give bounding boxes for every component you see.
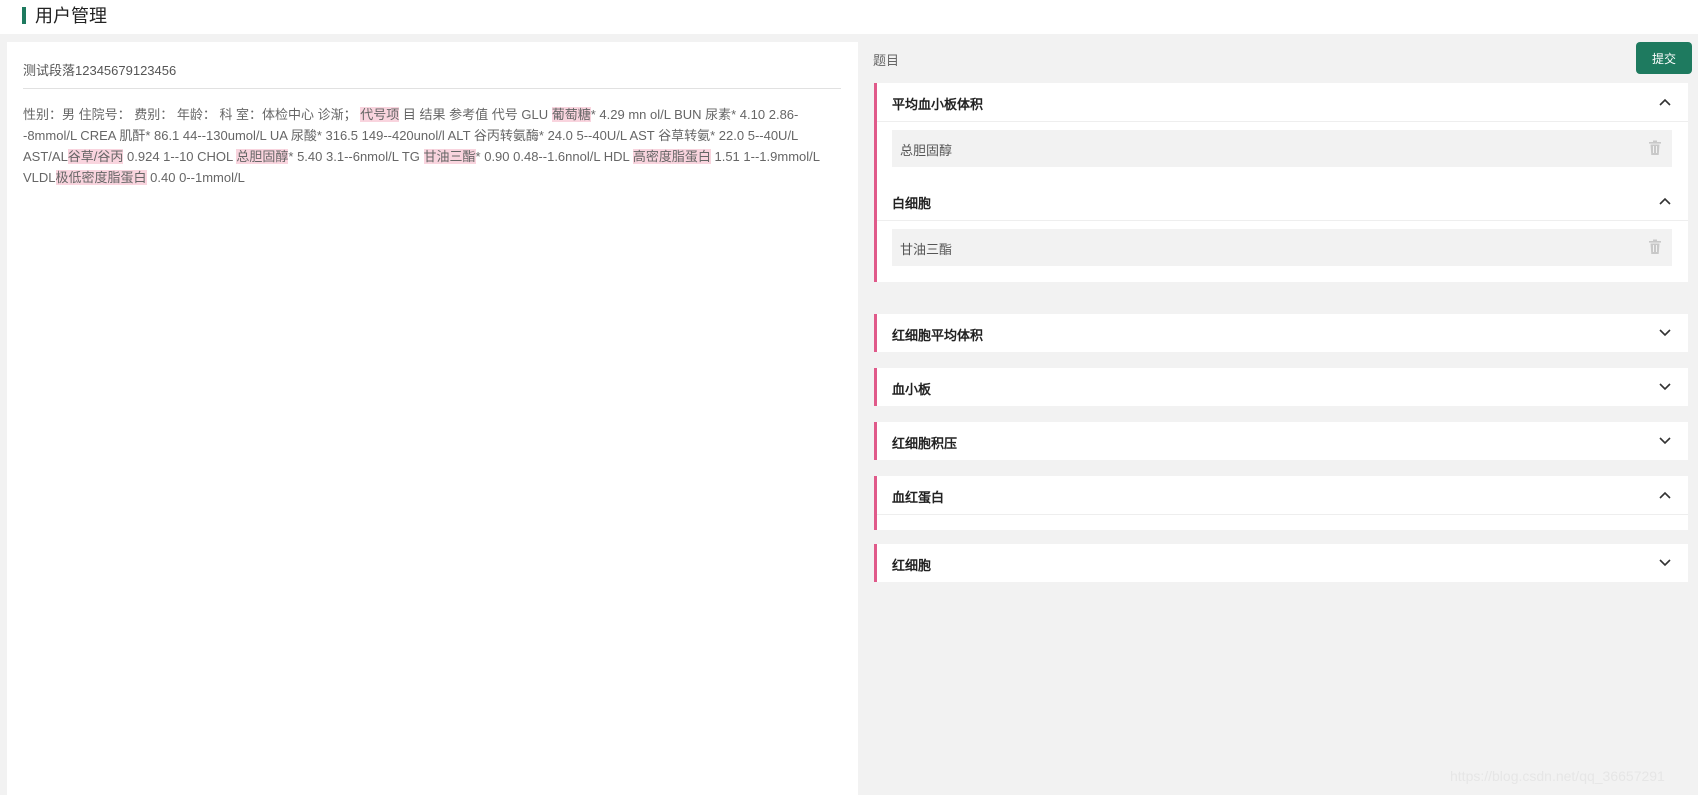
text-segment: 性别：男 住院号： 费别： 年龄： 科 室：体检中心 诊渐； — [23, 107, 361, 122]
section-0: 平均血小板体积 总胆固醇 — [874, 83, 1688, 183]
section-label: 血红蛋白 — [892, 490, 945, 505]
section-3: 血小板 — [874, 368, 1688, 406]
paragraph-panel: 测试段落12345679123456 性别：男 住院号： 费别： 年龄： 科 室… — [7, 42, 858, 795]
chevron-up-icon[interactable] — [1658, 488, 1672, 502]
section-label: 白细胞 — [892, 196, 932, 211]
section-header[interactable]: 红细胞平均体积 — [877, 314, 1688, 352]
section-body: 甘油三酯 — [877, 220, 1688, 282]
paragraph-content[interactable]: 性别：男 住院号： 费别： 年龄： 科 室：体检中心 诊渐； 代号项 目 结果 … — [23, 104, 841, 188]
text-segment: 目 结果 参考值 代号 GLU — [399, 107, 552, 122]
section-header[interactable]: 平均血小板体积 — [877, 83, 1688, 121]
section-body — [877, 514, 1688, 530]
section-header[interactable]: 红细胞 — [877, 544, 1688, 582]
highlighted-term[interactable]: 极低密度脂蛋白 — [55, 170, 147, 185]
page-header: 用户管理 — [0, 0, 1698, 34]
section-2: 红细胞平均体积 — [874, 314, 1688, 352]
highlighted-term[interactable]: 葡萄糖 — [551, 107, 591, 122]
trash-icon[interactable] — [1648, 239, 1662, 255]
section-header[interactable]: 血红蛋白 — [877, 476, 1688, 514]
section-6: 红细胞 — [874, 544, 1688, 582]
section-header[interactable]: 红细胞积压 — [877, 422, 1688, 460]
section-body: 总胆固醇 — [877, 121, 1688, 183]
section-header[interactable]: 血小板 — [877, 368, 1688, 406]
trash-icon[interactable] — [1648, 140, 1662, 156]
question-panel-title: 题目 — [873, 53, 900, 68]
section-1: 白细胞 甘油三酯 — [874, 182, 1688, 282]
chevron-down-icon[interactable] — [1658, 556, 1672, 570]
text-segment: 0.40 0--1mmol/L — [146, 170, 245, 185]
highlighted-term[interactable]: 总胆固醇 — [236, 149, 289, 164]
title-accent-bar — [22, 7, 26, 24]
section-5: 血红蛋白 — [874, 476, 1688, 530]
section-label: 红细胞平均体积 — [892, 328, 984, 343]
highlighted-term[interactable]: 高密度脂蛋白 — [632, 149, 711, 164]
list-item: 总胆固醇 — [892, 130, 1672, 167]
section-label: 红细胞积压 — [892, 436, 958, 451]
section-label: 平均血小板体积 — [892, 97, 984, 112]
watermark: https://blog.csdn.net/qq_36657291 — [1450, 768, 1665, 784]
chevron-down-icon[interactable] — [1658, 326, 1672, 340]
question-panel: 题目 提交 平均血小板体积 总胆固醇 白细胞 甘油三酯 红细胞平均体积 血小板 … — [858, 42, 1698, 795]
item-label: 总胆固醇 — [900, 143, 953, 158]
item-label: 甘油三酯 — [900, 242, 953, 257]
highlighted-term[interactable]: 甘油三酯 — [423, 149, 476, 164]
highlighted-term[interactable]: 代号项 — [360, 107, 400, 122]
highlighted-term[interactable]: 谷草/谷丙 — [67, 149, 124, 164]
chevron-up-icon[interactable] — [1658, 95, 1672, 109]
section-4: 红细胞积压 — [874, 422, 1688, 460]
section-label: 血小板 — [892, 382, 932, 397]
list-item: 甘油三酯 — [892, 229, 1672, 266]
chevron-down-icon[interactable] — [1658, 434, 1672, 448]
section-label: 红细胞 — [892, 558, 932, 573]
text-segment: * 5.40 3.1--6nmol/L TG — [288, 149, 424, 164]
text-segment: 0.924 1--10 CHOL — [123, 149, 237, 164]
page-title: 用户管理 — [35, 6, 107, 26]
text-segment: * 0.90 0.48--1.6nnol/L HDL — [475, 149, 633, 164]
section-header[interactable]: 白细胞 — [877, 182, 1688, 220]
divider — [23, 88, 841, 89]
chevron-down-icon[interactable] — [1658, 380, 1672, 394]
paragraph-title: 测试段落12345679123456 — [23, 63, 177, 78]
chevron-up-icon[interactable] — [1658, 194, 1672, 208]
submit-button[interactable]: 提交 — [1636, 42, 1692, 74]
